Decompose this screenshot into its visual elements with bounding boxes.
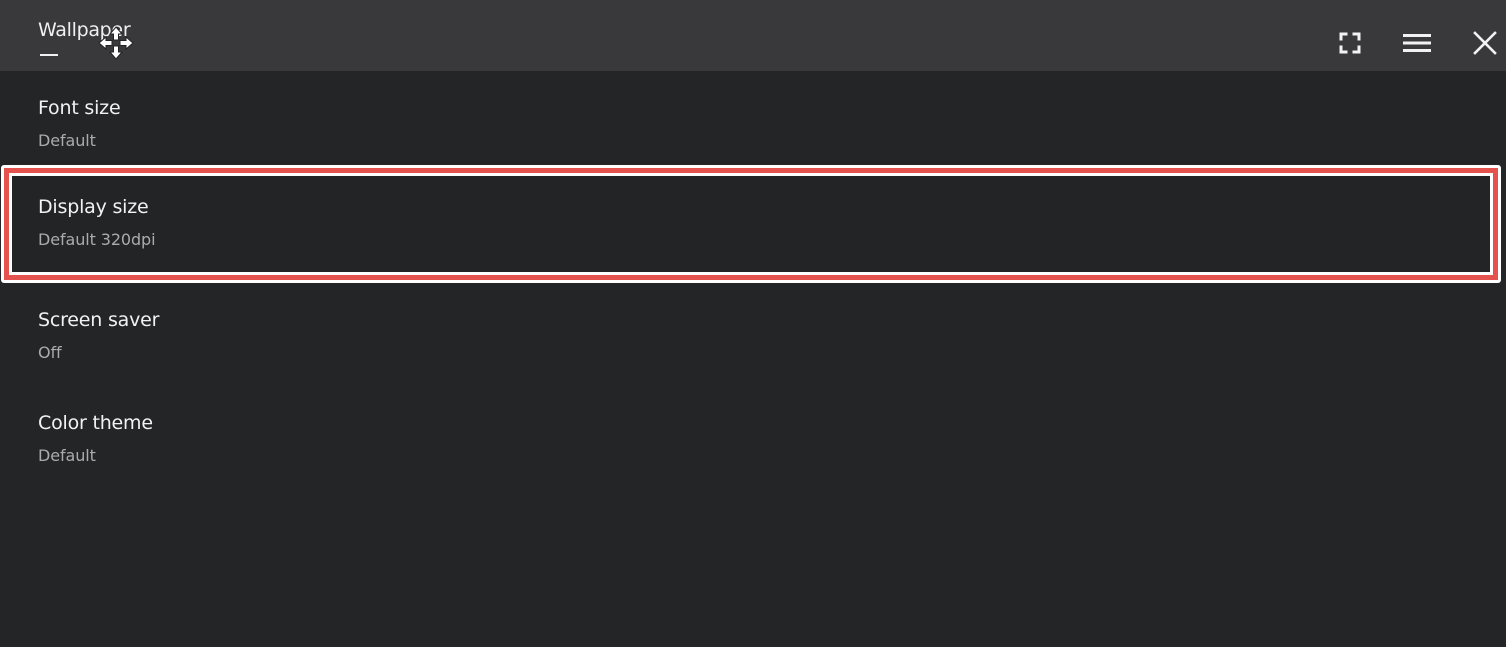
setting-font-size[interactable]: Font size Default [0, 71, 1506, 173]
focus-highlight [9, 173, 1493, 275]
setting-label: Color theme [38, 412, 153, 434]
window-titlebar[interactable]: Wallpaper [0, 0, 1506, 71]
fullscreen-button[interactable] [1331, 24, 1369, 62]
setting-value: Default 320dpi [38, 230, 156, 249]
setting-display-size[interactable]: Display size Default 320dpi [1, 165, 1501, 283]
menu-button[interactable] [1398, 24, 1436, 62]
close-icon [1473, 31, 1497, 55]
setting-label: Screen saver [38, 309, 160, 331]
setting-value: Default [38, 446, 96, 465]
setting-value: Off [38, 343, 62, 362]
close-button[interactable] [1466, 24, 1504, 62]
move-arrows-icon[interactable] [98, 26, 134, 60]
setting-label: Font size [38, 97, 121, 119]
setting-color-theme[interactable]: Color theme Default [0, 386, 1506, 488]
hamburger-menu-icon [1403, 34, 1431, 52]
fullscreen-icon [1339, 32, 1361, 54]
setting-screen-saver[interactable]: Screen saver Off [0, 283, 1506, 385]
setting-label: Display size [38, 196, 149, 218]
setting-value: Default [38, 131, 96, 150]
minimize-indicator [40, 54, 58, 56]
